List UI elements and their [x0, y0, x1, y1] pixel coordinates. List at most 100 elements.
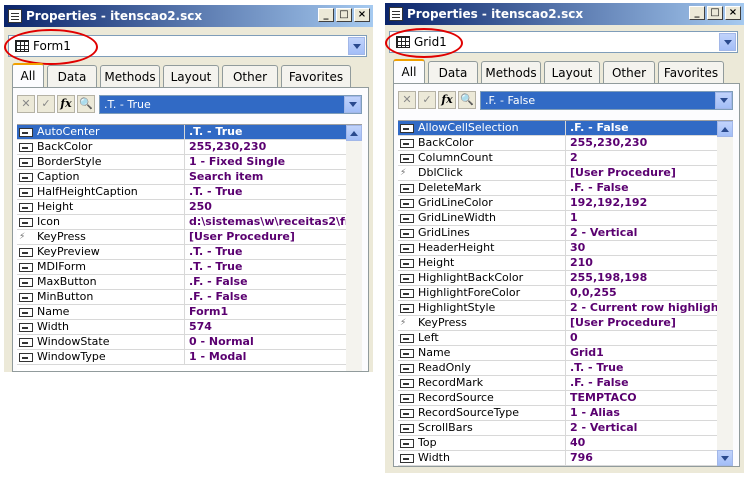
property-value[interactable]: 30 — [566, 241, 733, 255]
property-value-dropdown-button[interactable] — [715, 92, 732, 109]
property-row[interactable]: GridLines 2 - Vertical — [398, 226, 733, 241]
object-selector-dropdown-button[interactable] — [719, 33, 736, 51]
property-value[interactable]: .F. - False — [185, 290, 362, 304]
property-row[interactable]: Caption Search item — [17, 170, 362, 185]
scroll-down-button[interactable] — [717, 450, 733, 466]
property-row[interactable]: Width 796 — [398, 451, 733, 466]
property-row[interactable]: HighlightStyle 2 - Current row highlighti… — [398, 301, 733, 316]
property-row[interactable]: ReadOnly .T. - True — [398, 361, 733, 376]
property-row[interactable]: GridLineWidth 1 — [398, 211, 733, 226]
tab-layout[interactable]: Layout — [544, 61, 600, 83]
property-value[interactable]: .T. - True — [185, 185, 362, 199]
property-value[interactable]: 250 — [185, 200, 362, 214]
property-value[interactable]: 255,198,198 — [566, 271, 733, 285]
tab-other[interactable]: Other — [222, 65, 278, 87]
property-value[interactable]: 0 — [566, 331, 733, 345]
property-row[interactable]: BorderStyle 1 - Fixed Single — [17, 155, 362, 170]
property-row[interactable]: HeaderHeight 30 — [398, 241, 733, 256]
property-value[interactable]: .F. - False — [566, 181, 733, 195]
property-value[interactable]: 796 — [566, 451, 733, 465]
minimize-button[interactable]: _ — [689, 6, 705, 20]
property-row[interactable]: RecordMark .F. - False — [398, 376, 733, 391]
property-row[interactable]: ColumnCount 2 — [398, 151, 733, 166]
property-row[interactable]: AllowCellSelection .F. - False — [398, 121, 733, 136]
property-row[interactable]: HalfHeightCaption .T. - True — [17, 185, 362, 200]
property-row[interactable]: Name Grid1 — [398, 346, 733, 361]
tab-favorites[interactable]: Favorites — [658, 61, 724, 83]
minimize-button[interactable]: _ — [318, 8, 334, 22]
property-row[interactable]: RecordSource TEMPTACO — [398, 391, 733, 406]
property-row[interactable]: AutoCenter .T. - True — [17, 125, 362, 140]
property-value[interactable]: 574 — [185, 320, 362, 334]
property-row[interactable]: BackColor 255,230,230 — [398, 136, 733, 151]
property-value-box[interactable]: .T. - True — [99, 95, 362, 114]
property-value[interactable]: 2 - Current row highlighting — [566, 301, 733, 315]
scroll-up-button[interactable] — [717, 121, 733, 137]
property-row[interactable]: DeleteMark .F. - False — [398, 181, 733, 196]
property-row[interactable]: Left 0 — [398, 331, 733, 346]
property-value[interactable]: 2 - Vertical — [566, 421, 733, 435]
object-selector-dropdown-button[interactable] — [348, 37, 365, 55]
property-value[interactable]: 0 - Normal — [185, 335, 362, 349]
maximize-button[interactable]: □ — [707, 6, 723, 20]
property-row[interactable]: ⚡ KeyPress [User Procedure] — [17, 230, 362, 245]
property-value[interactable]: 2 — [566, 151, 733, 165]
accept-icon[interactable]: ✓ — [418, 91, 436, 109]
property-value[interactable]: 1 - Fixed Single — [185, 155, 362, 169]
tab-methods[interactable]: Methods — [100, 65, 160, 87]
object-selector[interactable]: Grid1 — [389, 31, 738, 53]
property-row[interactable]: GridLineColor 192,192,192 — [398, 196, 733, 211]
property-value[interactable]: .T. - True — [185, 125, 362, 139]
expression-builder-icon[interactable]: fx — [438, 91, 456, 109]
property-row[interactable]: Height 210 — [398, 256, 733, 271]
property-row[interactable]: Width 574 — [17, 320, 362, 335]
tab-methods[interactable]: Methods — [481, 61, 541, 83]
property-value[interactable]: 210 — [566, 256, 733, 270]
tab-layout[interactable]: Layout — [163, 65, 219, 87]
accept-icon[interactable]: ✓ — [37, 95, 55, 113]
property-value[interactable]: 2 - Vertical — [566, 226, 733, 240]
property-value[interactable]: .T. - True — [185, 245, 362, 259]
property-value[interactable]: 1 - Modal — [185, 350, 362, 364]
property-row[interactable]: ScrollBars 2 - Vertical — [398, 421, 733, 436]
object-selector[interactable]: Form1 — [8, 35, 367, 57]
zoom-icon[interactable]: 🔍 — [77, 95, 95, 113]
title-bar[interactable]: Properties - itenscao2.scx _ □ × — [4, 5, 373, 27]
property-value[interactable]: 255,230,230 — [185, 140, 362, 154]
property-row[interactable]: KeyPreview .T. - True — [17, 245, 362, 260]
property-row[interactable]: ⚡ KeyPress [User Procedure] — [398, 316, 733, 331]
property-list-scrollbar[interactable] — [346, 125, 362, 371]
close-button[interactable]: × — [725, 6, 741, 20]
property-list-scrollbar[interactable] — [717, 121, 733, 466]
property-row[interactable]: RecordSourceType 1 - Alias — [398, 406, 733, 421]
tab-data[interactable]: Data — [428, 61, 478, 83]
property-value[interactable]: 1 - Alias — [566, 406, 733, 420]
property-value[interactable]: 0,0,255 — [566, 286, 733, 300]
tab-data[interactable]: Data — [47, 65, 97, 87]
property-row[interactable]: Top 40 — [398, 436, 733, 451]
property-value[interactable]: Form1 — [185, 305, 362, 319]
property-value[interactable]: 1 — [566, 211, 733, 225]
property-row[interactable]: HighlightForeColor 0,0,255 — [398, 286, 733, 301]
property-row[interactable]: MDIForm .T. - True — [17, 260, 362, 275]
property-row[interactable]: BackColor 255,230,230 — [17, 140, 362, 155]
property-value-box[interactable]: .F. - False — [480, 91, 733, 110]
property-value[interactable]: .T. - True — [566, 361, 733, 375]
property-row[interactable]: Name Form1 — [17, 305, 362, 320]
property-row[interactable]: HighlightBackColor 255,198,198 — [398, 271, 733, 286]
zoom-icon[interactable]: 🔍 — [458, 91, 476, 109]
property-value-dropdown-button[interactable] — [344, 96, 361, 113]
property-row[interactable]: Height 250 — [17, 200, 362, 215]
property-row[interactable]: WindowType 1 - Modal — [17, 350, 362, 365]
scroll-up-button[interactable] — [346, 125, 362, 141]
property-value[interactable]: d:\sistemas\w\receitas2\fru — [185, 215, 362, 229]
property-value[interactable]: .F. - False — [185, 275, 362, 289]
tab-other[interactable]: Other — [603, 61, 655, 83]
property-value[interactable]: 255,230,230 — [566, 136, 733, 150]
property-value[interactable]: Grid1 — [566, 346, 733, 360]
property-row[interactable]: MaxButton .F. - False — [17, 275, 362, 290]
property-value[interactable]: .F. - False — [566, 121, 733, 135]
tab-favorites[interactable]: Favorites — [281, 65, 351, 87]
tab-all[interactable]: All — [393, 59, 425, 83]
property-value[interactable]: [User Procedure] — [185, 230, 362, 244]
